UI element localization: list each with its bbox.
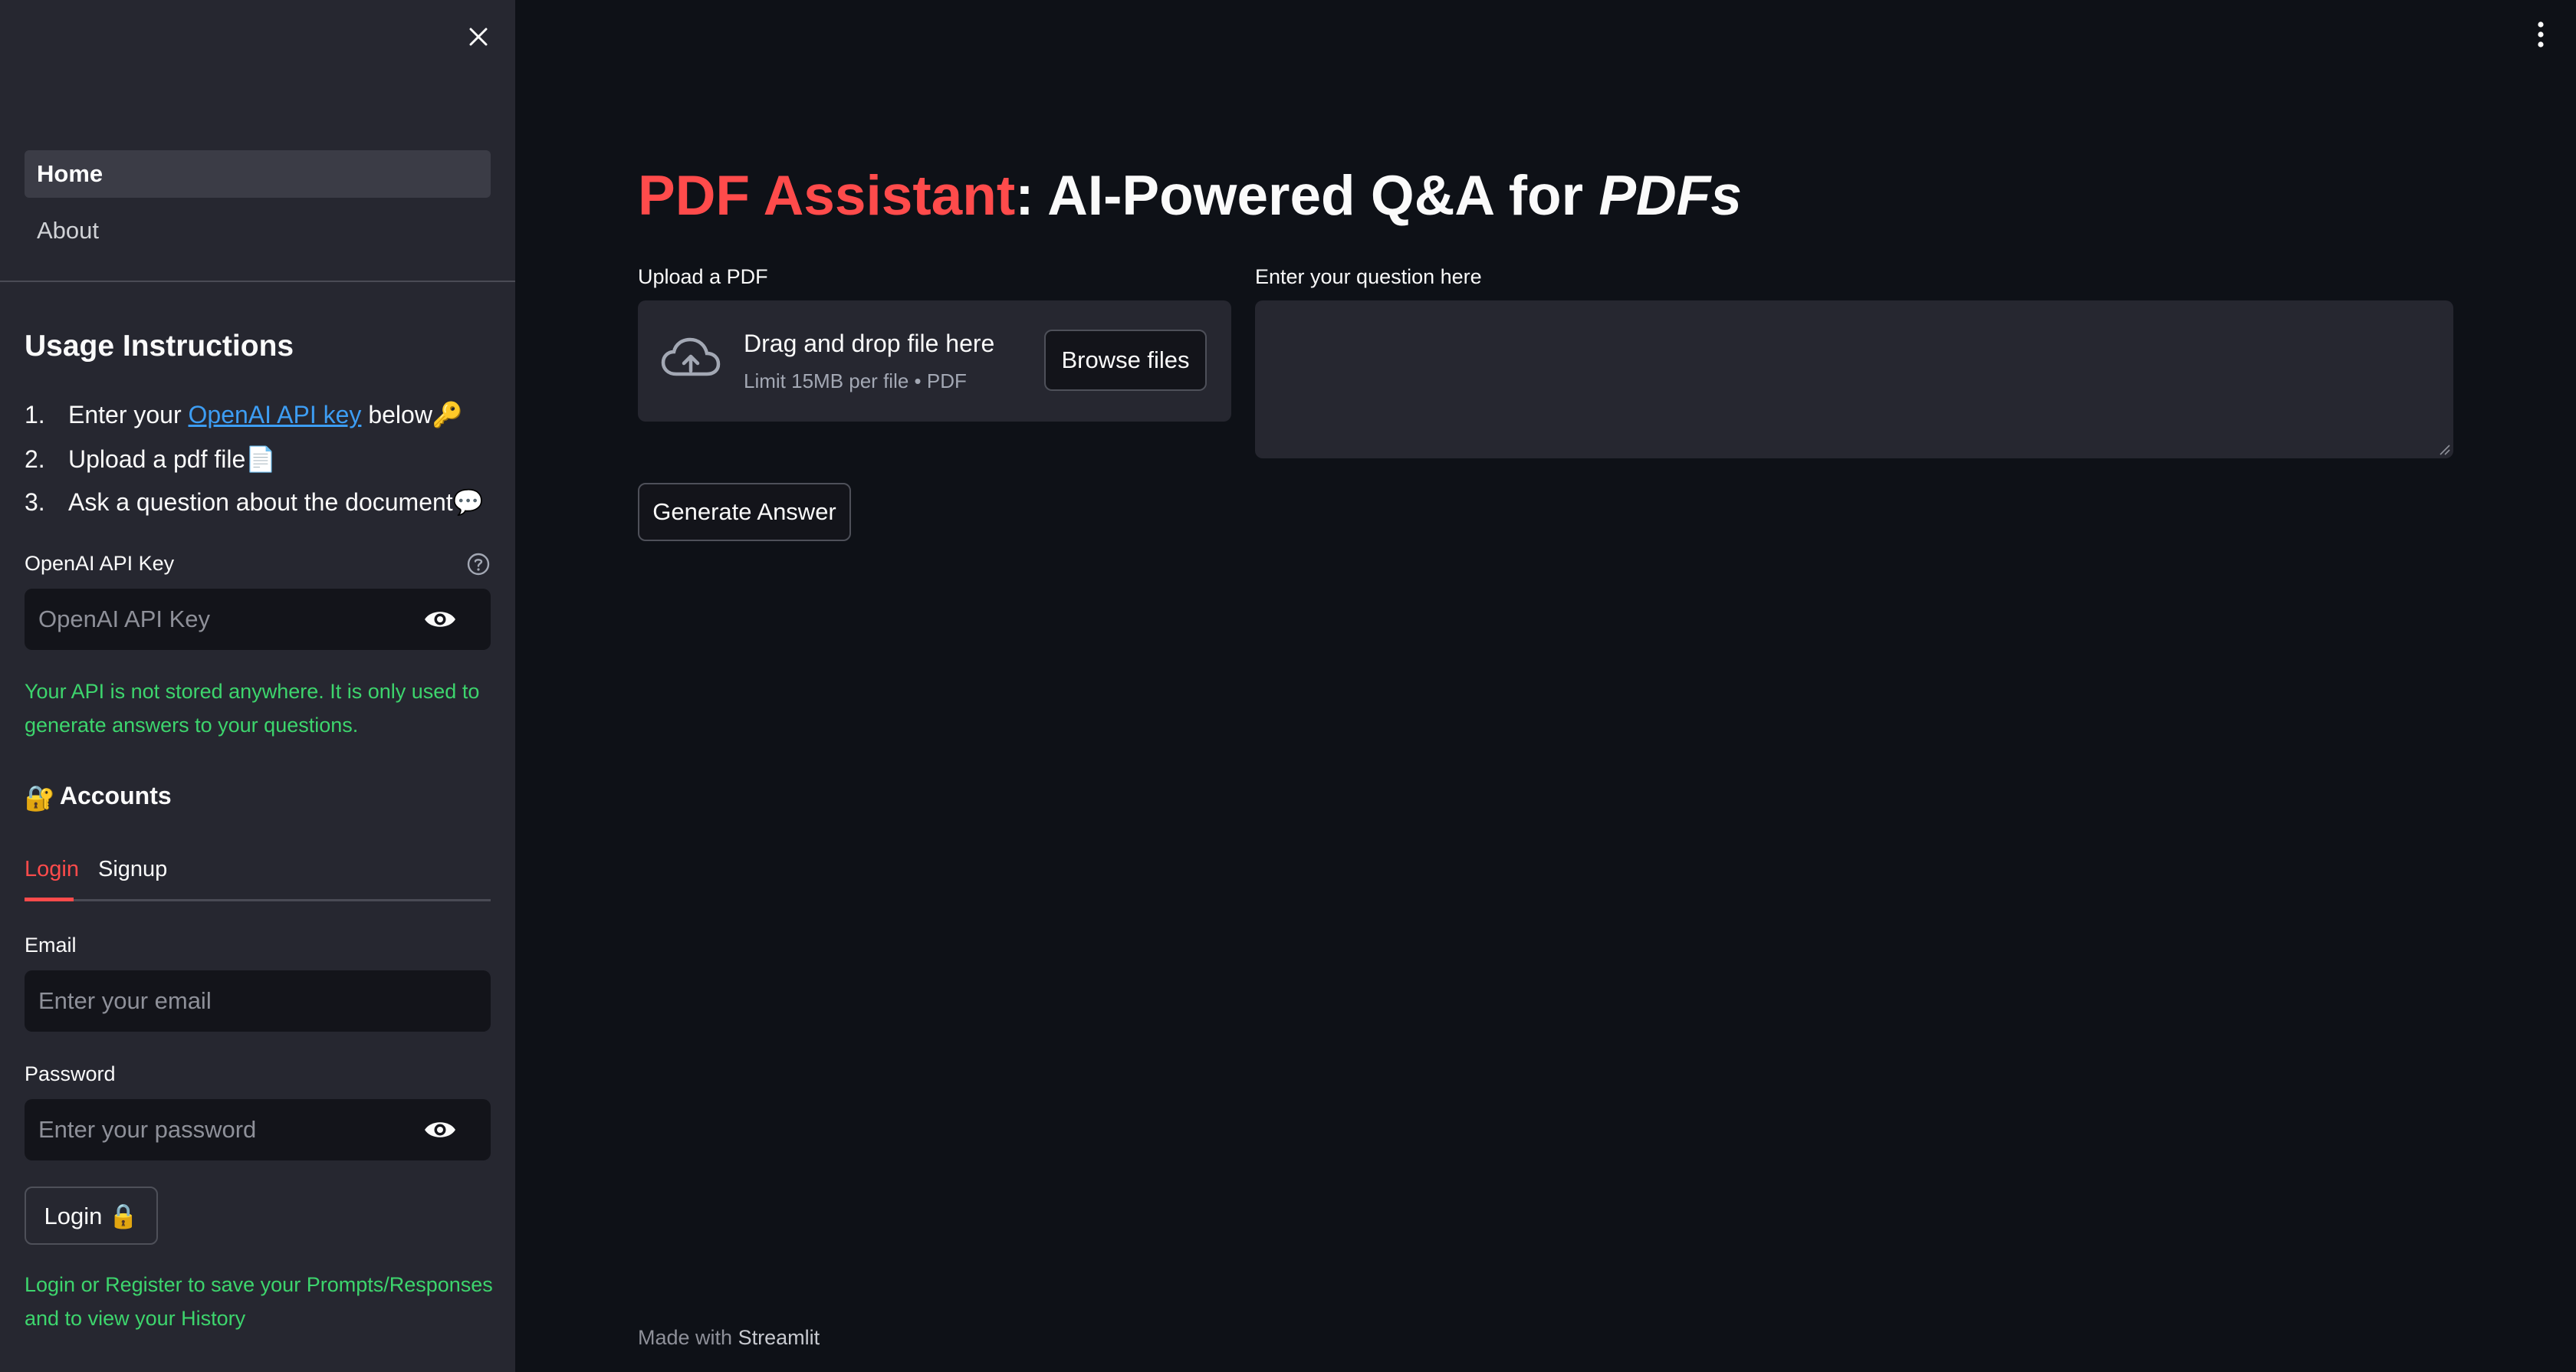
resize-handle-icon[interactable] [2438, 443, 2450, 455]
file-limit-text: Limit 15MB per file • PDF [744, 369, 967, 392]
instruction-item-1: 1. Enter your OpenAI API key below🔑 [25, 401, 463, 428]
help-icon[interactable] [466, 552, 491, 576]
question-textarea[interactable] [1255, 300, 2453, 458]
key-emoji-icon: 🔑 [432, 401, 463, 428]
accounts-tabs: Login Signup [25, 851, 491, 901]
api-key-input[interactable]: OpenAI API Key [25, 589, 491, 650]
login-button[interactable]: Login 🔒 [25, 1187, 158, 1245]
active-tab-indicator [25, 898, 74, 901]
api-key-label: OpenAI API Key [25, 552, 175, 575]
tab-login[interactable]: Login [25, 857, 79, 882]
sidebar: Home About Usage Instructions 1. Enter yo… [0, 0, 515, 1372]
api-storage-note: Your API is not stored anywhere. It is o… [25, 680, 480, 737]
show-password-eye-icon[interactable] [423, 1118, 457, 1141]
usage-instructions-heading: Usage Instructions [25, 330, 294, 363]
generate-answer-button[interactable]: Generate Answer [638, 483, 851, 541]
upload-pdf-label: Upload a PDF [638, 265, 768, 288]
cloud-upload-icon [661, 337, 721, 376]
footer: Made with Streamlit [638, 1326, 820, 1349]
instruction-item-3: 3. Ask a question about the document💬 [25, 488, 484, 516]
api-key-placeholder: OpenAI API Key [38, 606, 211, 632]
openai-api-key-link[interactable]: OpenAI API key [189, 401, 362, 428]
tab-signup[interactable]: Signup [98, 857, 167, 882]
document-emoji-icon: 📄 [245, 445, 277, 473]
drag-drop-text: Drag and drop file here [744, 330, 995, 357]
email-input[interactable]: Enter your email [25, 970, 491, 1032]
question-label: Enter your question here [1255, 265, 1482, 288]
email-label: Email [25, 934, 77, 957]
instruction-item-2: 2. Upload a pdf file📄 [25, 445, 277, 473]
login-register-note: Login or Register to save your Prompts/R… [25, 1273, 493, 1330]
nav-divider [0, 281, 515, 282]
password-input[interactable]: Enter your password [25, 1099, 491, 1160]
password-label: Password [25, 1062, 116, 1085]
page-title: PDF Assistant: AI-Powered Q&A for PDFs [638, 165, 1742, 227]
sidebar-nav-about[interactable]: About [25, 207, 491, 254]
close-sidebar-icon[interactable] [462, 20, 495, 54]
lock-key-emoji-icon: 🔐 [25, 783, 55, 812]
speech-bubble-emoji-icon: 💬 [452, 488, 484, 516]
show-password-eye-icon[interactable] [423, 608, 457, 631]
tabs-baseline [25, 899, 491, 901]
sidebar-nav-home[interactable]: Home [25, 150, 491, 198]
password-placeholder: Enter your password [38, 1116, 257, 1143]
streamlit-link[interactable]: Streamlit [738, 1326, 820, 1349]
browse-files-button[interactable]: Browse files [1044, 330, 1207, 391]
email-placeholder: Enter your email [38, 987, 212, 1014]
title-accent: PDF Assistant [638, 165, 1016, 227]
pdf-file-uploader[interactable]: Drag and drop file here Limit 15MB per f… [638, 300, 1231, 422]
main-menu-icon[interactable] [2528, 20, 2553, 51]
accounts-heading: 🔐 Accounts [25, 782, 172, 812]
